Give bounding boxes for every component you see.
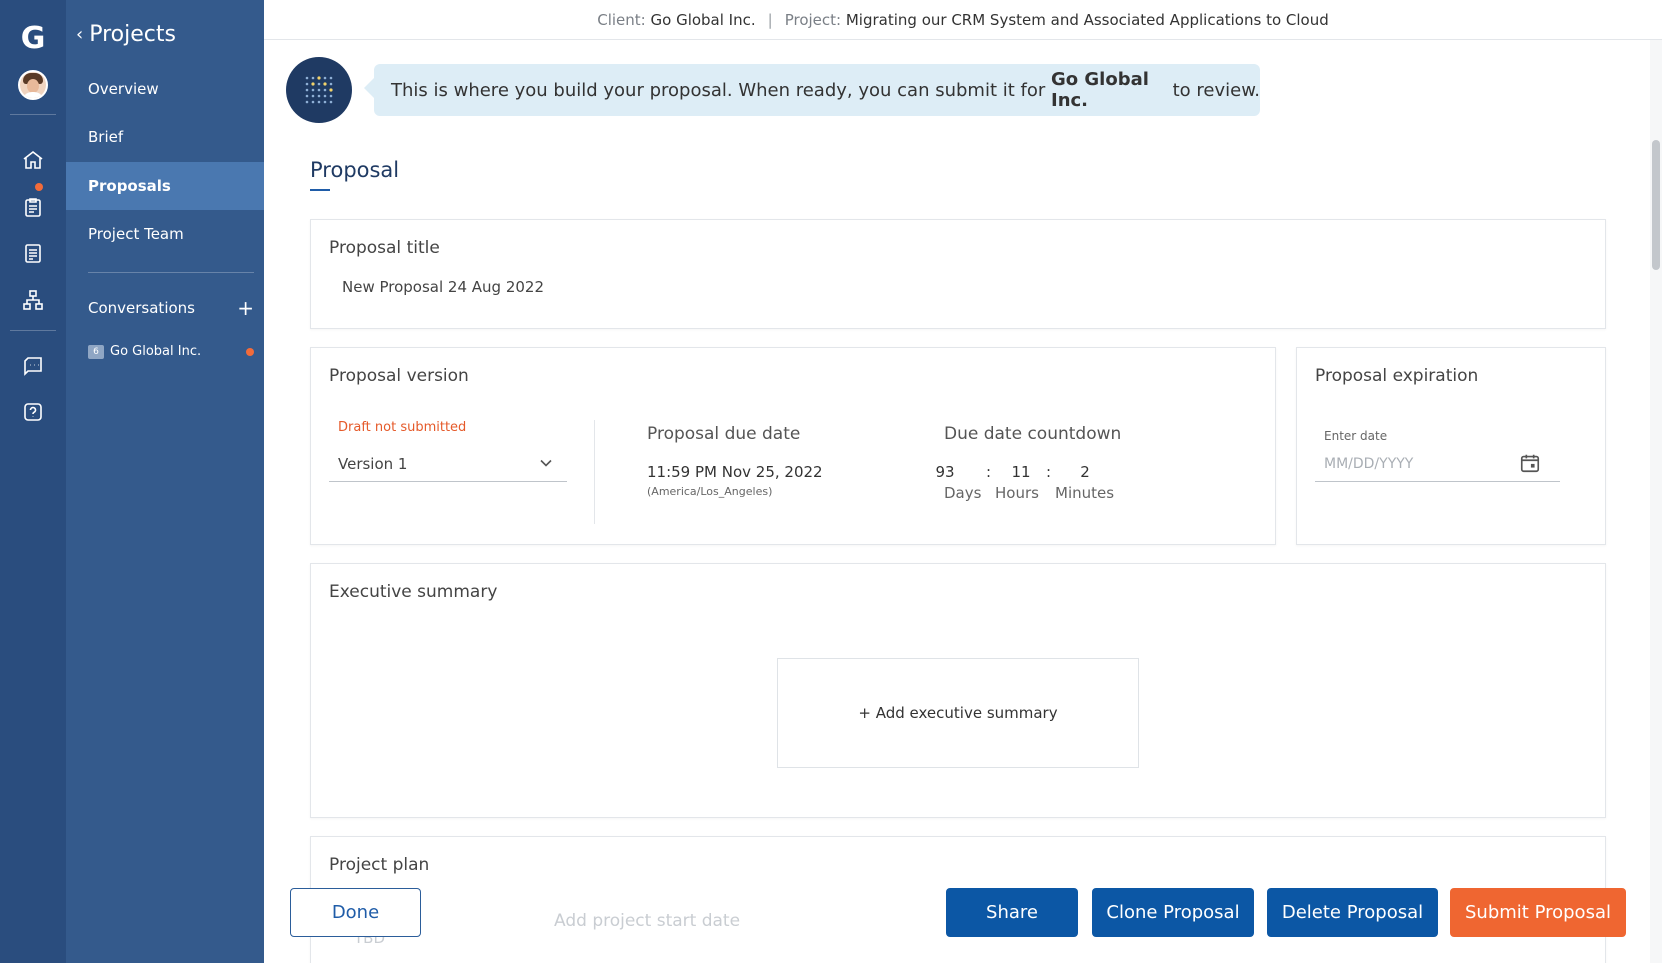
intro-text-after: to review. bbox=[1166, 79, 1260, 101]
context-bar: Client: Go Global Inc. | Project: Migrat… bbox=[264, 0, 1662, 40]
scrollbar-thumb[interactable] bbox=[1652, 140, 1660, 270]
help-icon[interactable] bbox=[13, 392, 53, 432]
proposal-expiration-label: Proposal expiration bbox=[1315, 366, 1479, 386]
client-value: Go Global Inc. bbox=[650, 10, 756, 29]
due-date-value: 11:59 PM Nov 25, 2022 bbox=[647, 463, 823, 481]
conversations-label: Conversations bbox=[88, 299, 195, 317]
chevron-down-icon bbox=[540, 459, 552, 467]
nav-item-label: Overview bbox=[88, 80, 159, 98]
assistant-avatar bbox=[286, 57, 352, 123]
app-logo[interactable]: G bbox=[13, 18, 53, 58]
countdown-minutes-label: Minutes bbox=[1055, 484, 1115, 502]
chevron-left-icon: ‹ bbox=[76, 24, 84, 45]
version-select-value: Version 1 bbox=[338, 454, 408, 473]
submit-proposal-button[interactable]: Submit Proposal bbox=[1450, 888, 1626, 937]
proposal-title-value[interactable]: New Proposal 24 Aug 2022 bbox=[342, 278, 544, 296]
share-button[interactable]: Share bbox=[946, 888, 1078, 937]
countdown-minutes: 2 bbox=[1080, 463, 1090, 481]
nav-title: Projects bbox=[89, 22, 176, 47]
context-separator: | bbox=[767, 10, 773, 29]
chat-icon[interactable] bbox=[13, 345, 53, 385]
conversation-name: Go Global Inc. bbox=[110, 344, 202, 359]
home-icon[interactable] bbox=[13, 140, 53, 180]
countdown-colon: : bbox=[1046, 463, 1052, 481]
conversation-item[interactable]: 6 Go Global Inc. bbox=[88, 344, 254, 359]
proposal-title-card: Proposal title New Proposal 24 Aug 2022 bbox=[310, 219, 1606, 329]
nav-item-label: Brief bbox=[88, 128, 124, 146]
notification-dot bbox=[35, 183, 43, 191]
countdown-days-label: Days bbox=[944, 484, 982, 502]
intro-client: Go Global Inc. bbox=[1051, 69, 1149, 111]
countdown-days: 93 bbox=[935, 463, 955, 481]
nav-divider bbox=[88, 272, 254, 273]
project-nav: ‹ Projects Overview Brief Proposals Proj… bbox=[66, 0, 264, 963]
add-executive-summary-button[interactable]: + Add executive summary bbox=[777, 658, 1139, 768]
executive-summary-card: Executive summary + Add executive summar… bbox=[310, 563, 1606, 818]
nav-item-label: Project Team bbox=[88, 225, 184, 243]
due-date-label: Proposal due date bbox=[647, 424, 801, 444]
client-label: Client: bbox=[597, 10, 646, 29]
conversation-count-badge: 6 bbox=[88, 344, 104, 359]
proposal-title-label: Proposal title bbox=[329, 238, 440, 258]
page-title-underline bbox=[310, 189, 330, 191]
clipboard-icon[interactable] bbox=[13, 187, 53, 227]
project-value: Migrating our CRM System and Associated … bbox=[845, 10, 1329, 29]
countdown-label: Due date countdown bbox=[944, 424, 1122, 444]
version-select[interactable]: Version 1 bbox=[329, 446, 567, 482]
clone-proposal-button[interactable]: Clone Proposal bbox=[1092, 888, 1254, 937]
draft-status: Draft not submitted bbox=[338, 420, 467, 435]
proposal-version-label: Proposal version bbox=[329, 366, 469, 386]
expiration-date-field-label: Enter date bbox=[1324, 429, 1388, 443]
user-avatar[interactable] bbox=[18, 70, 48, 100]
unread-dot bbox=[246, 347, 254, 356]
project-label: Project: bbox=[784, 10, 842, 29]
executive-summary-label: Executive summary bbox=[329, 582, 498, 602]
back-to-projects[interactable]: ‹ Projects bbox=[76, 22, 176, 47]
proposal-expiration-card: Proposal expiration Enter date bbox=[1296, 347, 1606, 545]
intro-text-before: This is where you build your proposal. W… bbox=[391, 79, 1051, 101]
icon-rail: G bbox=[0, 0, 66, 963]
calendar-icon[interactable] bbox=[1519, 452, 1541, 474]
nav-item-brief[interactable]: Brief bbox=[66, 113, 264, 161]
rail-divider bbox=[10, 114, 56, 115]
done-button[interactable]: Done bbox=[290, 888, 421, 937]
conversations-header: Conversations + bbox=[88, 298, 254, 318]
dot-grid-icon bbox=[305, 76, 333, 104]
countdown-hours-label: Hours bbox=[995, 484, 1039, 502]
page-title: Proposal bbox=[310, 158, 400, 182]
rail-divider bbox=[10, 330, 56, 331]
project-plan-label: Project plan bbox=[329, 855, 430, 875]
intro-message: This is where you build your proposal. W… bbox=[364, 64, 1260, 116]
version-divider bbox=[594, 420, 595, 524]
due-date-timezone: (America/Los_Angeles) bbox=[647, 485, 773, 498]
nav-item-project-team[interactable]: Project Team bbox=[66, 210, 264, 258]
add-project-start-date-link[interactable]: Add project start date bbox=[554, 911, 740, 931]
proposal-version-card: Proposal version Draft not submitted Ver… bbox=[310, 347, 1276, 545]
nav-item-overview[interactable]: Overview bbox=[66, 65, 264, 113]
document-icon[interactable] bbox=[13, 233, 53, 273]
org-chart-icon[interactable] bbox=[13, 280, 53, 320]
delete-proposal-button[interactable]: Delete Proposal bbox=[1267, 888, 1438, 937]
nav-item-proposals[interactable]: Proposals bbox=[66, 162, 264, 210]
add-conversation-button[interactable]: + bbox=[237, 298, 254, 318]
nav-item-label: Proposals bbox=[88, 177, 171, 195]
